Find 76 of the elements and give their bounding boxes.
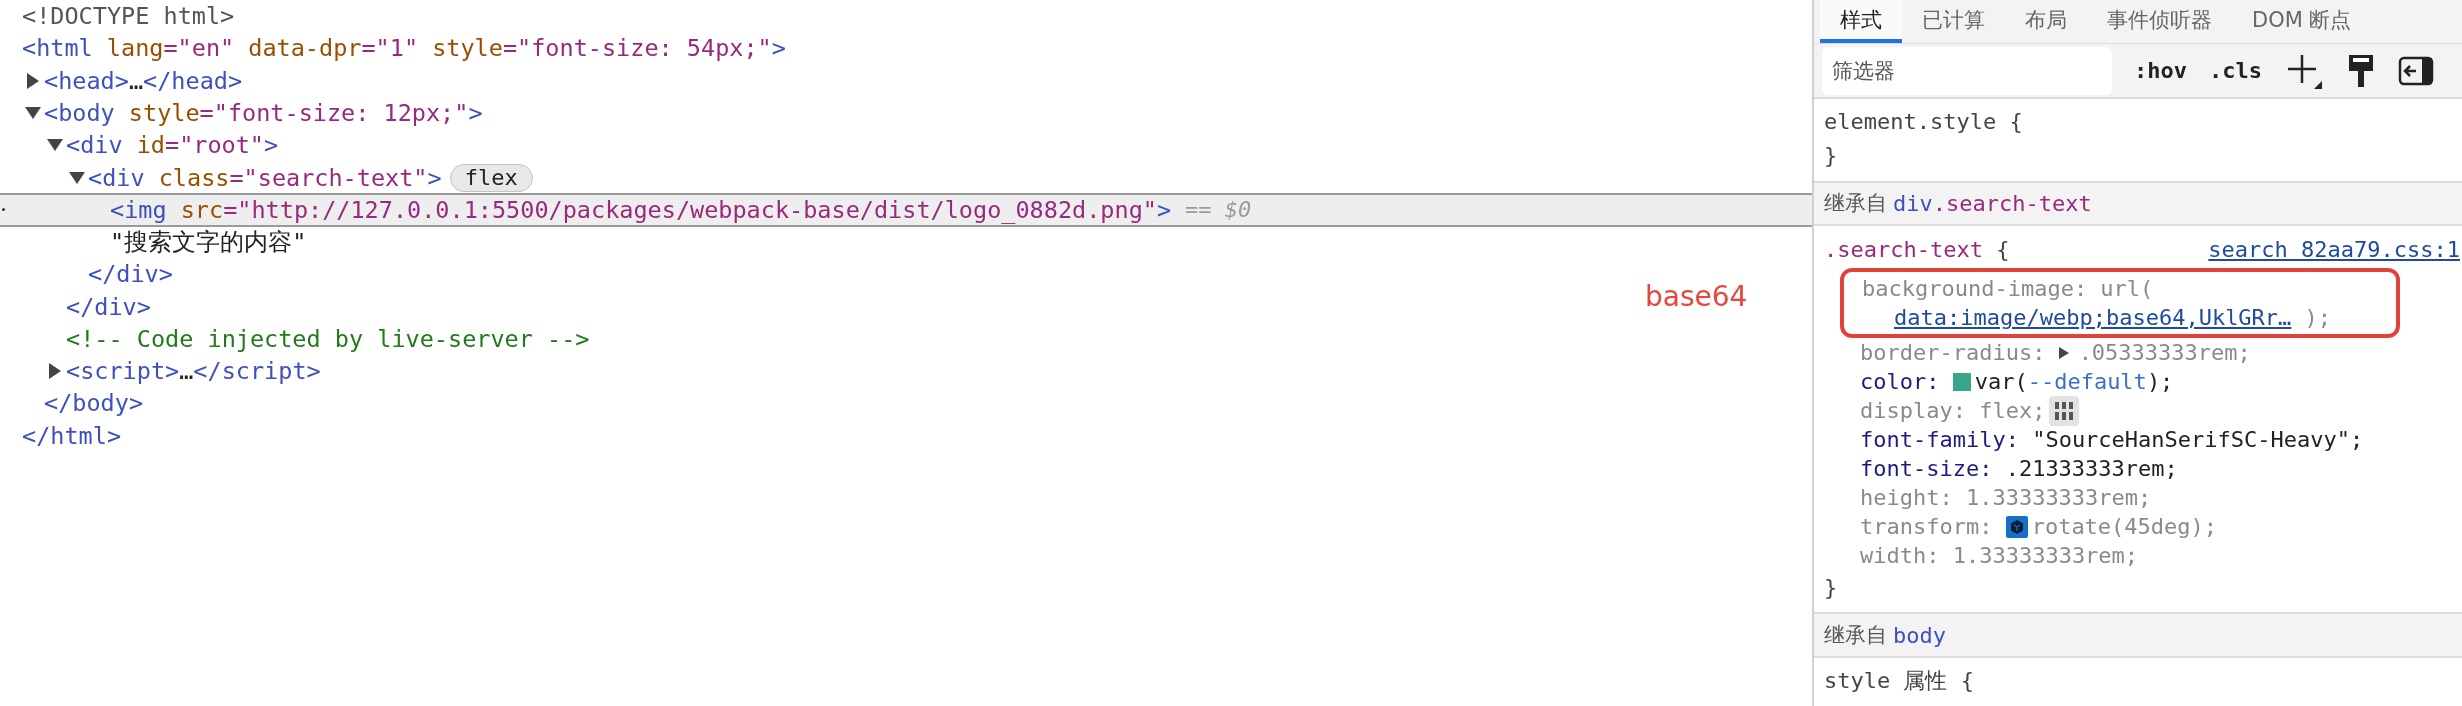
tree-row[interactable]: <div id="root"> bbox=[0, 129, 279, 162]
element-tag: <body style="font-size: 12px;"> bbox=[44, 99, 483, 128]
comment-line: <!-- Code injected by live-server --> bbox=[66, 324, 590, 353]
closing-tag: </html> bbox=[22, 421, 122, 450]
color-swatch[interactable] bbox=[1952, 372, 1971, 391]
property-name: width: bbox=[1860, 543, 1940, 569]
variable-link[interactable]: --default bbox=[2027, 369, 2147, 395]
property-name: font-family: bbox=[1860, 427, 2019, 453]
closing-brace: } bbox=[1824, 143, 1838, 169]
closing-tag: </div> bbox=[88, 260, 173, 289]
property-name: font-size: bbox=[1860, 456, 1993, 482]
tree-row[interactable]: <body style="font-size: 12px;"> bbox=[0, 96, 483, 130]
property-name: background-image: bbox=[1862, 276, 2088, 302]
element-tag: <div class="search-text"> bbox=[88, 163, 442, 192]
panel-tab[interactable]: 布局 bbox=[2005, 0, 2087, 44]
element-tag: <script>…</script> bbox=[66, 357, 321, 386]
doctype-line: <!DOCTYPE html> bbox=[22, 2, 235, 31]
panel-tab[interactable]: 事件侦听器 bbox=[2087, 0, 2232, 44]
closing-tag: </div> bbox=[66, 292, 151, 321]
tree-row[interactable]: </div> bbox=[0, 258, 173, 291]
data-url-link[interactable]: data:image/webp;base64,UklGRr… bbox=[1894, 305, 2292, 331]
property-name: border-radius: bbox=[1860, 340, 2046, 366]
property-value: .05333333rem; bbox=[2078, 340, 2251, 366]
inherited-selector[interactable]: body bbox=[1893, 622, 1946, 648]
property-name: color: bbox=[1860, 369, 1940, 395]
closing-brace: } bbox=[1824, 574, 1838, 600]
property-value: "SourceHanSerifSC-Heavy"; bbox=[2032, 427, 2364, 453]
tree-row[interactable]: <head>…</head> bbox=[0, 64, 243, 97]
cube-icon[interactable] bbox=[2005, 515, 2028, 538]
pseudo-state-button[interactable]: :hov bbox=[2134, 58, 2187, 83]
caret-down-icon[interactable] bbox=[25, 107, 41, 120]
property-value: .21333333rem; bbox=[2005, 456, 2178, 482]
panel-tab[interactable]: 样式 bbox=[1820, 0, 1902, 44]
tree-row[interactable]: <!DOCTYPE html> bbox=[0, 0, 235, 33]
property-value: var(--default); bbox=[1974, 369, 2174, 395]
annotation-label: base64 bbox=[1645, 280, 1748, 313]
sidebar-toggle-icon[interactable] bbox=[2397, 55, 2434, 86]
tree-row[interactable]: <script>…</script> bbox=[0, 354, 321, 388]
property-value: rotate(45deg); bbox=[2031, 514, 2218, 540]
console-reference: == $0 bbox=[1185, 197, 1252, 223]
property-name: height: bbox=[1860, 485, 1953, 511]
property-name: transform: bbox=[1860, 514, 1993, 540]
panel-tab[interactable]: DOM 断点 bbox=[2232, 0, 2372, 44]
caret-right-icon[interactable] bbox=[49, 363, 61, 380]
tree-row[interactable]: <!-- Code injected by live-server --> bbox=[0, 322, 590, 355]
property-value: 1.33333333rem; bbox=[1965, 485, 2152, 511]
flex-badge[interactable]: flex bbox=[449, 163, 533, 192]
pseudo-state-button[interactable]: .cls bbox=[2209, 58, 2262, 83]
flex-editor-icon[interactable] bbox=[2049, 395, 2080, 426]
tree-row[interactable]: "搜索文字的内容" bbox=[0, 225, 307, 259]
panel-tab[interactable]: 已计算 bbox=[1902, 0, 2005, 44]
source-link[interactable]: search 82aa79.css:1 bbox=[2208, 236, 2460, 262]
inherited-label: 继承自 bbox=[1824, 190, 1887, 218]
element-tag: <img src="http://127.0.0.1:5500/packages/webpack-base/dist/logo_0882d.png"> bbox=[110, 195, 1172, 224]
filter-field[interactable]: 筛选器 bbox=[1822, 46, 2112, 95]
property-value: flex; bbox=[1979, 398, 2046, 424]
tree-row[interactable]: <img src="http://127.0.0.1:5500/packages/webpack-base/dist/logo_0882d.png"> == $0 bbox=[0, 192, 1812, 227]
element-tag: <div id="root"> bbox=[66, 131, 279, 160]
property-value: ); bbox=[2303, 305, 2332, 331]
caret-right-icon[interactable] bbox=[27, 72, 39, 89]
tree-row[interactable]: </body> bbox=[0, 387, 144, 420]
inherited-selector[interactable]: div.search-text bbox=[1893, 190, 2092, 216]
selector-text: element.style { bbox=[1824, 109, 2023, 135]
property-name: display: bbox=[1860, 398, 1966, 424]
element-tag: <head>…</head> bbox=[44, 66, 243, 95]
inherited-label: 继承自 bbox=[1824, 622, 1887, 650]
tree-row[interactable]: </div> bbox=[0, 290, 151, 323]
caret-right-icon[interactable] bbox=[2058, 346, 2069, 359]
caret-down-icon[interactable] bbox=[47, 139, 63, 152]
closing-tag: </body> bbox=[44, 389, 144, 418]
selector-text: style 属性 { bbox=[1824, 667, 1974, 695]
property-value: url( bbox=[2100, 276, 2154, 302]
tree-row[interactable]: </html> bbox=[0, 419, 122, 452]
selector-text: .search-text { bbox=[1824, 236, 2010, 262]
text-node-label: "搜索文字的内容" bbox=[110, 226, 307, 258]
property-value: 1.33333333rem; bbox=[1952, 543, 2139, 569]
